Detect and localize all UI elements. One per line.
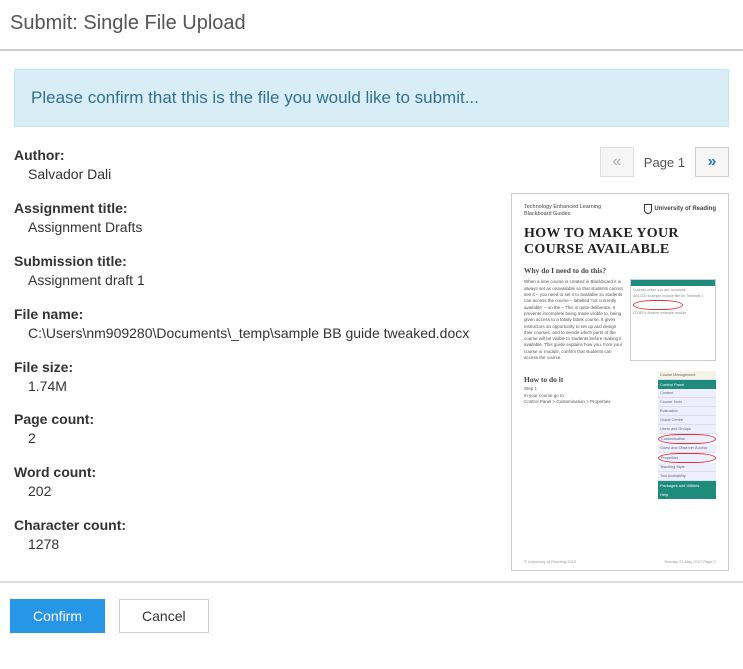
character-count-value: 1278	[14, 535, 485, 554]
preview-side-item: Evaluation	[658, 407, 716, 416]
pager-prev-button[interactable]: «	[600, 147, 634, 177]
page-title: Submit: Single File Upload	[0, 0, 743, 51]
metadata-panel: Author: Salvador Dali Assignment title: …	[14, 147, 485, 570]
document-preview: Technology Enhanced Learning Blackboard …	[511, 193, 729, 571]
preview-side-item: Course Tools	[658, 398, 716, 407]
file-size-value: 1.74M	[14, 377, 485, 396]
preview-side-item: Tool Availability	[658, 472, 716, 481]
preview-doc-title: HOW TO MAKE YOUR COURSE AVAILABLE	[524, 226, 716, 258]
preview-side-head: Course Management	[658, 371, 716, 380]
preview-logo-text: University of Reading	[654, 206, 716, 212]
file-size-label: File size:	[14, 359, 485, 375]
submission-title-value: Assignment draft 1	[14, 271, 485, 290]
file-name-value: C:\Users\nm909280\Documents\_temp\sample…	[14, 324, 485, 343]
page-count-label: Page count:	[14, 411, 485, 427]
pager-label: Page 1	[640, 155, 689, 170]
pager: « Page 1 »	[600, 147, 729, 177]
preview-side-item: Teaching Style	[658, 463, 716, 472]
page-count-value: 2	[14, 429, 485, 448]
preview-side-item: Help	[658, 490, 716, 499]
confirmation-alert: Please confirm that this is the file you…	[14, 69, 729, 127]
footer-actions: Confirm Cancel	[0, 581, 743, 649]
file-name-label: File name:	[14, 306, 485, 322]
preview-side-item: Properties	[658, 453, 716, 463]
assignment-title-value: Assignment Drafts	[14, 218, 485, 237]
cancel-button[interactable]: Cancel	[119, 599, 209, 633]
preview-side-sub: Control Panel	[658, 380, 716, 389]
preview-side-item: Users and Groups	[658, 425, 716, 434]
pager-next-button[interactable]: »	[695, 147, 729, 177]
author-label: Author:	[14, 147, 485, 163]
preview-side-item: Content	[658, 389, 716, 398]
preview-foot-right: Sunday 21 May 2017 Page 1	[664, 559, 716, 564]
preview-side-item: Grade Centre	[658, 416, 716, 425]
preview-body-text: When a new course is created in Blackboa…	[524, 279, 624, 361]
preview-side-item: Customisation	[658, 434, 716, 444]
preview-brand-line1: Technology Enhanced Learning	[524, 204, 601, 211]
preview-side-item: Guest and Observer Access	[658, 444, 716, 453]
preview-howto-heading: How to do it	[524, 375, 652, 384]
word-count-value: 202	[14, 482, 485, 501]
character-count-label: Character count:	[14, 517, 485, 533]
preview-foot-left: © University of Reading 2015	[524, 559, 576, 564]
shield-icon	[644, 204, 652, 214]
preview-side-item: Packages and Utilities	[658, 481, 716, 490]
author-value: Salvador Dali	[14, 165, 485, 184]
preview-step3: Control Panel > Customisation > Properti…	[524, 399, 652, 405]
assignment-title-label: Assignment title:	[14, 200, 485, 216]
preview-why-heading: Why do I need to do this?	[524, 266, 716, 275]
confirm-button[interactable]: Confirm	[10, 599, 105, 633]
word-count-label: Word count:	[14, 464, 485, 480]
submission-title-label: Submission title:	[14, 253, 485, 269]
preview-brand-line2: Blackboard Guides	[524, 211, 601, 218]
